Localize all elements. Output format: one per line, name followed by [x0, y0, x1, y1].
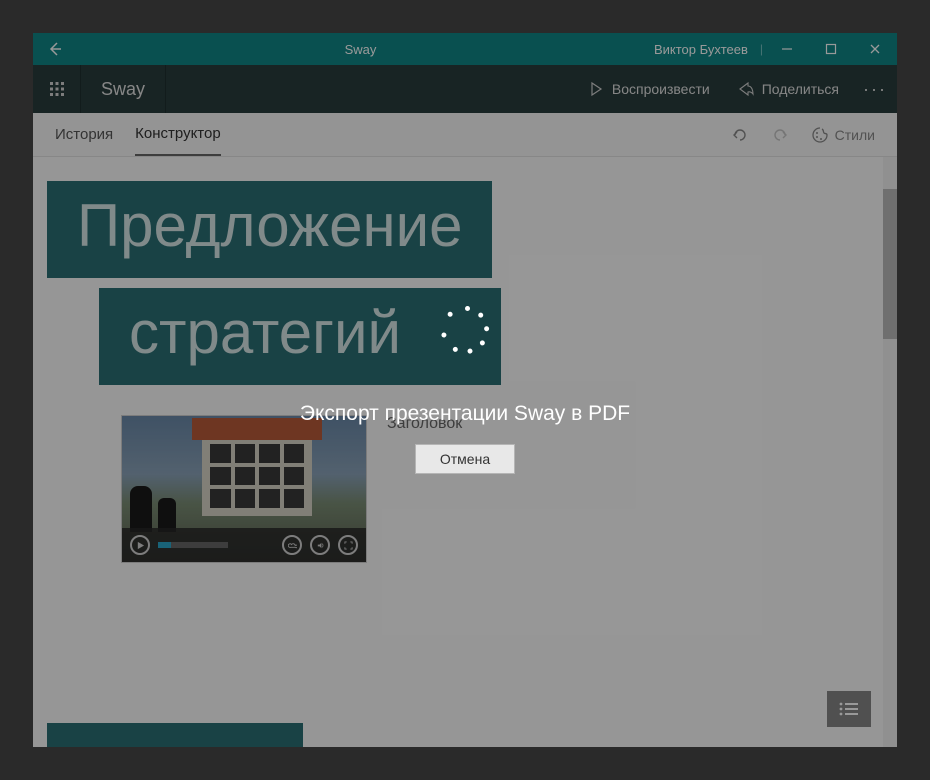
loading-spinner — [441, 306, 489, 354]
export-message: Экспорт презентации Sway в PDF — [300, 402, 630, 426]
cancel-button[interactable]: Отмена — [415, 444, 515, 474]
export-dialog: Экспорт презентации Sway в PDF Отмена — [300, 306, 630, 474]
app-window: Sway Виктор Бухтеев | Sway Воспроизвести — [33, 33, 897, 747]
modal-overlay: Экспорт презентации Sway в PDF Отмена — [33, 33, 897, 747]
